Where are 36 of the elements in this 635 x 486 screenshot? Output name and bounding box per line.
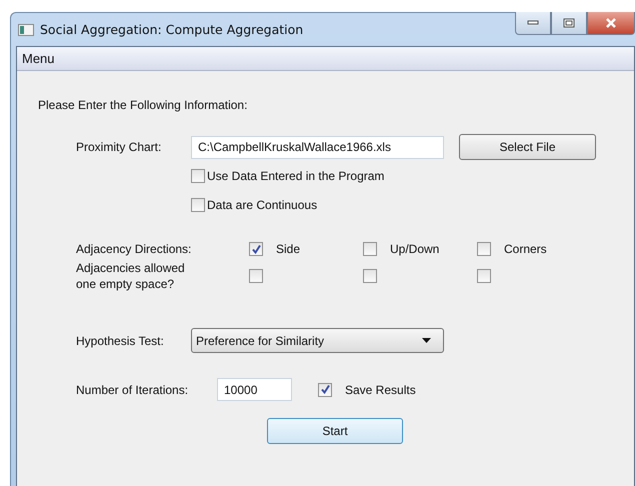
field-label: Adjacency Directions: — [75, 242, 192, 256]
checkbox-label: Save Results — [345, 382, 416, 396]
instruction-text: Please Enter the Following Information: — [38, 98, 248, 112]
checkbox[interactable] — [191, 198, 205, 212]
dropdown-arrow-icon — [422, 338, 431, 343]
iterations-field[interactable]: 10000 — [217, 378, 292, 401]
window-icon — [18, 24, 34, 36]
checkbox[interactable] — [477, 269, 491, 283]
window-title: Social Aggregation: Compute Aggregation — [40, 22, 304, 37]
field-label: Proximity Chart: — [75, 140, 162, 154]
checkbox[interactable] — [249, 269, 263, 283]
select-file-button[interactable]: Select File — [459, 134, 596, 160]
field-label: Adjacencies allowed one empty space? — [75, 260, 186, 292]
checkbox[interactable] — [363, 269, 377, 283]
checkbox[interactable] — [318, 382, 332, 396]
close-button[interactable] — [587, 12, 635, 35]
checkbox[interactable] — [477, 242, 491, 256]
field-label: Hypothesis Test: — [75, 334, 165, 348]
hypothesis-dropdown[interactable]: Preference for Similarity — [191, 328, 444, 353]
menu-item[interactable]: Menu — [17, 51, 60, 66]
checkbox-label: Up/Down — [390, 242, 440, 256]
checkbox-label: Side — [276, 242, 300, 256]
close-icon — [604, 18, 618, 28]
checkbox[interactable] — [249, 242, 263, 256]
checkbox-label: Use Data Entered in the Program — [207, 169, 384, 183]
file-path-field[interactable]: C:\CampbellKruskalWallace1966.xls — [191, 136, 444, 158]
checkbox-label: Corners — [504, 242, 547, 256]
field-label: Number of Iterations: — [75, 382, 190, 396]
checkbox-label: Data are Continuous — [207, 198, 318, 212]
minimize-icon — [527, 20, 539, 26]
maximize-icon — [563, 18, 575, 28]
checkbox[interactable] — [191, 169, 205, 183]
minimize-button[interactable] — [515, 12, 551, 35]
maximize-button[interactable] — [551, 12, 587, 35]
checkbox[interactable] — [363, 242, 377, 256]
start-button[interactable]: Start — [267, 418, 403, 444]
